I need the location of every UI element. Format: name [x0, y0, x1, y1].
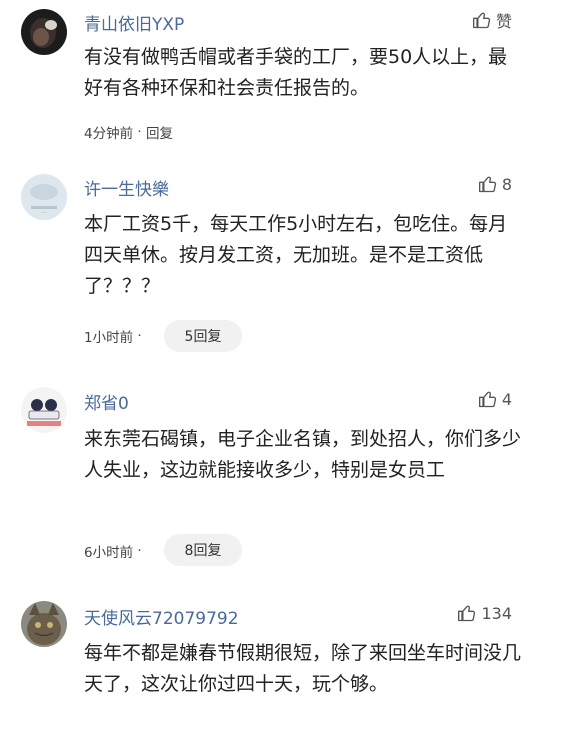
comment-item: 天使风云72079792 134 每年不都是嫌春节假期很短，除了来回坐车时间没几… [0, 0, 575, 736]
username[interactable]: 天使风云72079792 [84, 604, 239, 629]
thumbs-up-icon [458, 605, 476, 622]
avatar-image-icon [21, 601, 67, 647]
avatar[interactable] [21, 601, 67, 647]
like-count: 134 [481, 603, 512, 623]
comment-text: 每年不都是嫌春节假期很短，除了来回坐车时间没几天了，这次让你过四十天，玩个够。 [84, 642, 522, 695]
like-button[interactable]: 134 [457, 603, 512, 623]
